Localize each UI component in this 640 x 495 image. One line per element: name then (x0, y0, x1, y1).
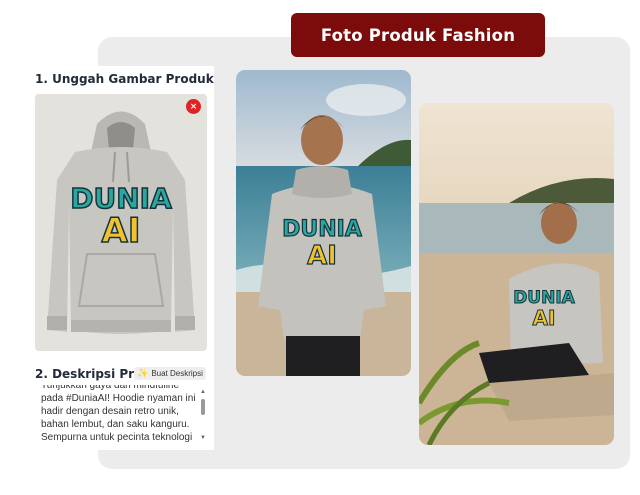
generate-description-label: Buat Deskripsi (151, 369, 203, 378)
sparkle-icon: ✨ (137, 368, 149, 378)
generated-photo-sitting[interactable]: DUNIA AI (419, 103, 614, 445)
generate-description-button[interactable]: ✨ Buat Deskripsi (134, 367, 206, 380)
scroll-thumb[interactable] (201, 399, 205, 415)
photo1-print-line1: DUNIA (282, 217, 362, 242)
product-print-line2: AI (102, 211, 141, 251)
page-title-text: Foto Produk Fashion (320, 25, 516, 45)
description-textarea[interactable]: Tunjukkan gaya dan mindfullne pada #Duni… (35, 385, 207, 445)
generated-photo-standing[interactable]: DUNIA AI (236, 70, 411, 376)
description-scrollbar[interactable]: ▲ ▼ (199, 385, 207, 445)
uploaded-product-image[interactable]: DUNIA AI × (35, 94, 207, 351)
upload-step-label: 1. Unggah Gambar Produk (35, 72, 214, 86)
close-icon: × (189, 101, 198, 112)
standing-model-image: DUNIA AI (236, 70, 411, 376)
scroll-down-icon[interactable]: ▼ (200, 435, 206, 441)
photo2-print-line2: AI (533, 306, 556, 330)
sitting-model-image: DUNIA AI (419, 103, 614, 445)
hoodie-product-illustration: DUNIA AI (35, 94, 207, 351)
page-title: Foto Produk Fashion (291, 13, 545, 57)
description-text: Tunjukkan gaya dan mindfullne pada #Duni… (41, 385, 196, 443)
photo2-print-line1: DUNIA (513, 288, 575, 308)
remove-image-button[interactable]: × (186, 99, 201, 114)
photo1-print-line2: AI (307, 241, 337, 271)
scroll-up-icon[interactable]: ▲ (200, 389, 206, 395)
